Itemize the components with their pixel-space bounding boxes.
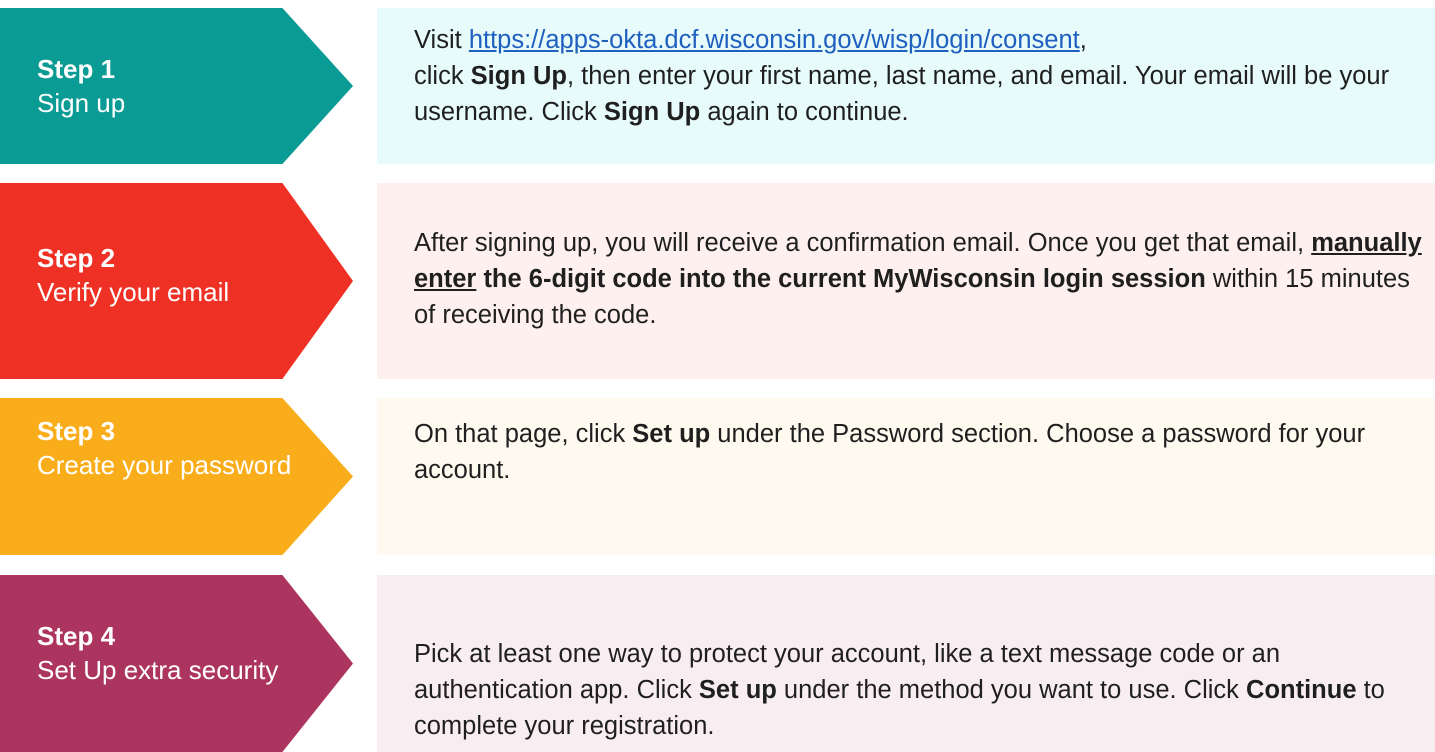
emphasis-text: the 6-digit code into the current MyWisc… [476,265,1206,293]
step-title: Set Up extra security [37,655,279,685]
description-text: After signing up, you will receive a con… [414,229,1312,257]
description-text: click [414,62,471,90]
emphasis-text: Continue [1246,676,1357,704]
emphasis-text: Set up [698,676,777,704]
step-title: Create your password [37,450,292,480]
step-number: Step 2 [37,243,116,273]
description-text: again to continue. [700,98,909,126]
step-arrow-4: Step 4 Set Up extra security [0,575,353,752]
step-arrow-1: Step 1 Sign up [0,8,353,164]
step-row-2: Step 2 Verify your email After signing u… [0,183,1435,379]
emphasis-text: Sign Up [470,62,567,90]
description-text: , [1079,26,1087,54]
step-title: Verify your email [37,277,230,307]
step-title: Sign up [37,88,126,118]
step-number: Step 3 [37,416,116,446]
step-number: Step 4 [37,621,116,651]
step-row-3: Step 3 Create your password On that page… [0,398,1435,555]
step-row-1: Step 1 Sign up Visit https://apps-okta.d… [0,8,1435,164]
registration-link[interactable]: https://apps-okta.dcf.wisconsin.gov/wisp… [469,26,1080,54]
step-number: Step 1 [37,54,116,84]
step-arrow-2: Step 2 Verify your email [0,183,353,379]
step-description-panel: After signing up, you will receive a con… [377,183,1435,379]
emphasis-text: Set up [632,420,711,448]
description-text: On that page, click [414,420,633,448]
step-description-panel: Visit https://apps-okta.dcf.wisconsin.go… [377,8,1435,164]
description-text: Visit [414,26,469,54]
step-row-4: Step 4 Set Up extra security Pick at lea… [0,575,1435,752]
step-arrow-3: Step 3 Create your password [0,398,353,555]
emphasis-text: Sign Up [603,98,701,126]
description-text: under the method you want to use. Click [776,676,1247,704]
step-description-panel: On that page, click Set up under the Pas… [377,398,1435,555]
step-description-panel: Pick at least one way to protect your ac… [377,575,1435,752]
